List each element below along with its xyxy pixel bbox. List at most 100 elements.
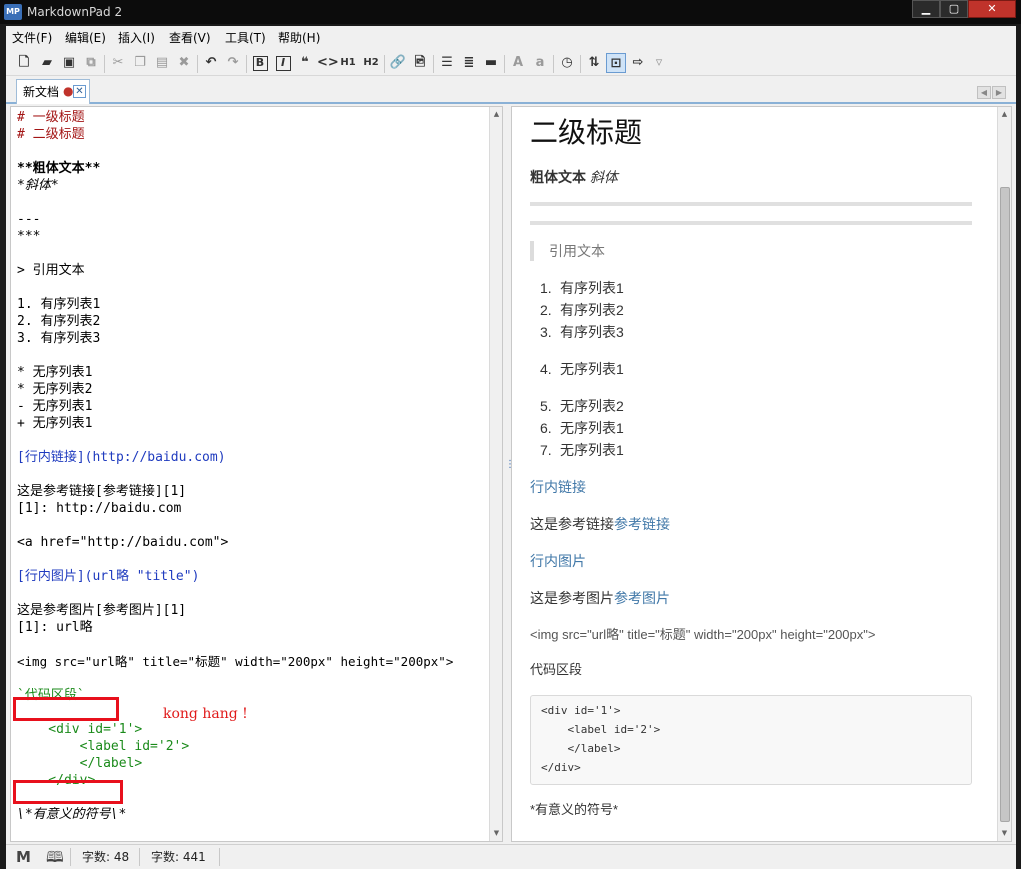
save-all-icon[interactable]: ⧉ <box>81 53 101 73</box>
html-preview: 二级标题 粗体文本 斜体 引用文本 1. 有序列表1 2. 有序列表2 3. 有序列表… <box>511 106 1012 842</box>
scroll-down-icon[interactable]: ▼ <box>490 827 502 840</box>
toolbar-overflow-icon[interactable]: ▿ <box>649 53 669 73</box>
export-icon[interactable]: ⇨ <box>628 53 648 73</box>
editor-line: [1]: url略 <box>17 620 93 635</box>
live-preview-icon[interactable]: ⊡ <box>606 53 626 73</box>
editor-line: - 无序列表1 <box>17 399 93 414</box>
new-file-icon[interactable]: 🗋 <box>14 53 34 73</box>
editor-line: <img src="url略" title="标题" width="200px"… <box>17 654 454 669</box>
open-folder-icon[interactable]: ▰ <box>37 53 57 73</box>
scroll-down-icon[interactable]: ▼ <box>998 827 1011 840</box>
preview-ref-link[interactable]: 参考链接 <box>614 516 670 532</box>
editor-line: * 无序列表1 <box>17 365 93 380</box>
editor-scrollbar[interactable]: ▲ ▼ <box>489 107 502 841</box>
tab-strip: 新文档 ● ✕ ◀ ▶ <box>6 78 1016 104</box>
bold-glyph: B <box>252 56 268 71</box>
maximize-button[interactable]: ▢ <box>940 0 968 18</box>
splitter-grip-icon[interactable]: ⋮ <box>505 460 515 480</box>
menu-insert[interactable]: 插入(I) <box>118 30 155 46</box>
bold-button[interactable]: B <box>250 53 270 73</box>
menu-bar: 文件(F) 编辑(E) 插入(I) 查看(V) 工具(T) 帮助(H) <box>6 28 1016 48</box>
cut-icon[interactable]: ✂ <box>108 53 128 73</box>
pane-splitter[interactable]: ⋮ <box>503 106 515 842</box>
preview-scrollbar[interactable]: ▲ ▼ <box>997 107 1011 841</box>
toolbar-separator <box>580 55 581 73</box>
h2-button[interactable]: H2 <box>361 53 381 73</box>
redo-icon[interactable]: ↷ <box>223 53 243 73</box>
markdown-editor[interactable]: # 一级标题 # 二级标题 **粗体文本** *斜体* --- *** > 引用… <box>10 106 503 842</box>
toolbar: 🗋 ▰ ▣ ⧉ ✂ ❐ ▤ ✖ ↶ ↷ B I ❝ <> H1 H2 🔗 🖻 ☰… <box>6 50 1016 76</box>
app-logo: MP <box>4 4 22 20</box>
editor-line: # 一级标题 <box>17 110 85 125</box>
code-line: <label id='2'> <box>541 723 661 736</box>
word-count: 字数: 48 <box>82 850 130 864</box>
sync-scroll-icon[interactable]: ⇅ <box>584 53 604 73</box>
undo-icon[interactable]: ↶ <box>201 53 221 73</box>
italic-button[interactable]: I <box>273 53 293 73</box>
editor-line: 3. 有序列表3 <box>17 331 101 346</box>
scroll-up-icon[interactable]: ▲ <box>490 108 502 121</box>
code-line: </div> <box>541 761 581 774</box>
preview-list-item: 2. 有序列表2 <box>540 300 624 320</box>
timestamp-icon[interactable]: ◷ <box>557 53 577 73</box>
book-icon[interactable]: 🕮 <box>46 848 64 866</box>
menu-edit[interactable]: 编辑(E) <box>65 30 106 46</box>
annotation-box <box>13 780 123 804</box>
preview-hr <box>530 221 972 225</box>
quote-button[interactable]: ❝ <box>295 53 315 73</box>
status-separator <box>139 848 140 866</box>
scroll-up-icon[interactable]: ▲ <box>998 108 1011 121</box>
tab-new-document[interactable]: 新文档 ● ✕ <box>16 79 90 104</box>
menu-file[interactable]: 文件(F) <box>12 30 52 46</box>
minimize-button[interactable]: ▁ <box>912 0 940 18</box>
preview-emphasis: 粗体文本 斜体 <box>530 167 618 189</box>
menu-tools[interactable]: 工具(T) <box>225 30 266 46</box>
uppercase-button[interactable]: A <box>508 53 528 73</box>
preview-ref-image-link[interactable]: 参考图片 <box>614 590 670 606</box>
scroll-thumb[interactable] <box>1000 187 1010 822</box>
save-icon[interactable]: ▣ <box>59 53 79 73</box>
title-bar[interactable]: MP MarkdownPad 2 ▁ ▢ ✕ <box>0 0 1021 24</box>
menu-view[interactable]: 查看(V) <box>169 30 211 46</box>
paste-icon[interactable]: ▤ <box>152 53 172 73</box>
lowercase-button[interactable]: a <box>530 53 550 73</box>
preview-list-item: 4. 无序列表1 <box>540 359 624 379</box>
preview-inline-image-link[interactable]: 行内图片 <box>530 551 586 571</box>
link-icon[interactable]: 🔗 <box>388 53 408 73</box>
image-icon[interactable]: 🖻 <box>410 53 430 73</box>
char-count: 字数: 441 <box>151 850 206 864</box>
toolbar-separator <box>384 55 385 73</box>
menu-help[interactable]: 帮助(H) <box>278 30 320 46</box>
toolbar-separator <box>246 55 247 73</box>
close-window-button[interactable]: ✕ <box>968 0 1016 18</box>
preview-inline-link[interactable]: 行内链接 <box>530 477 586 497</box>
code-button[interactable]: <> <box>317 53 339 73</box>
status-separator <box>70 848 71 866</box>
editor-line: **粗体文本** <box>17 161 101 176</box>
list-number: 6. <box>540 420 552 436</box>
italic-glyph: I <box>275 56 291 71</box>
list-text: 无序列表1 <box>560 361 624 377</box>
tab-scroll-left-icon[interactable]: ◀ <box>977 86 991 99</box>
preview-list-item: 3. 有序列表3 <box>540 322 624 342</box>
tab-close-icon[interactable]: ✕ <box>73 85 86 98</box>
list-text: 有序列表1 <box>560 280 624 296</box>
delete-icon[interactable]: ✖ <box>174 53 194 73</box>
editor-line: *** <box>17 229 41 244</box>
list-text: 有序列表2 <box>560 302 624 318</box>
preview-ref-image-paragraph: 这是参考图片参考图片 <box>530 588 670 608</box>
h1-button[interactable]: H1 <box>338 53 358 73</box>
ref-image-text: 这是参考图片 <box>530 590 614 606</box>
preview-img-tag: <img src="url略" title="标题" width="200px"… <box>530 627 876 642</box>
status-separator <box>219 848 220 866</box>
preview-h2: 二级标题 <box>530 118 643 149</box>
horizontal-rule-icon[interactable]: ▬ <box>481 53 501 73</box>
markdown-mode-icon[interactable]: M <box>16 848 31 866</box>
editor-line: \*有意义的符号\* <box>17 807 127 822</box>
preview-blockquote: 引用文本 <box>530 241 972 261</box>
tab-scroll-right-icon[interactable]: ▶ <box>992 86 1006 99</box>
copy-icon[interactable]: ❐ <box>130 53 150 73</box>
ref-link-text: 这是参考链接 <box>530 516 614 532</box>
ordered-list-icon[interactable]: ≣ <box>459 53 479 73</box>
unordered-list-icon[interactable]: ☰ <box>437 53 457 73</box>
